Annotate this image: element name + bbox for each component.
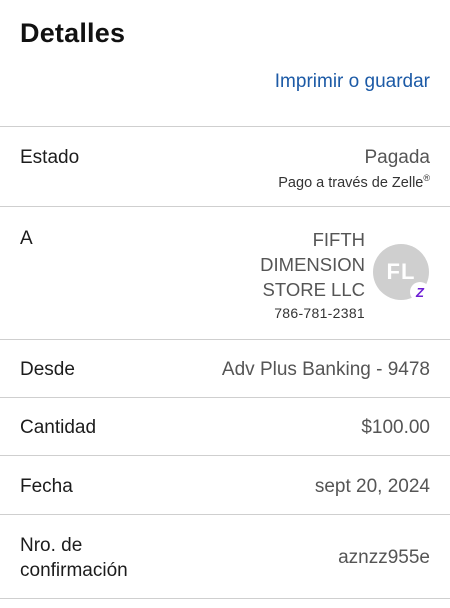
amount-label: Cantidad (20, 417, 97, 438)
recipient-label: A (20, 228, 33, 249)
divider (0, 514, 450, 515)
divider (0, 339, 450, 340)
status-value: Pagada (364, 147, 430, 168)
payment-method-text: Pago a través de Zelle® (278, 173, 430, 191)
divider (0, 455, 450, 456)
confirmation-value: aznzz955e (338, 547, 430, 568)
confirmation-label-line1: Nro. de (20, 535, 83, 556)
recipient-name: FIFTH DIMENSION STORE LLC (260, 229, 365, 300)
amount-value: $100.00 (361, 417, 430, 438)
date-value: sept 20, 2024 (314, 476, 430, 497)
divider (0, 126, 450, 127)
from-value: Adv Plus Banking - 9478 (221, 359, 430, 380)
page-title: Detalles (20, 18, 126, 48)
date-label: Fecha (20, 476, 73, 497)
avatar-initials: FL (386, 259, 416, 284)
recipient-phone: 786-781-2381 (274, 305, 365, 321)
divider (0, 598, 450, 599)
confirmation-label-line2: confirmación (20, 560, 128, 581)
payment-method-label: Pago a través de Zelle (278, 174, 424, 191)
divider (0, 397, 450, 398)
registered-mark: ® (423, 173, 430, 183)
zelle-icon: Z (410, 282, 430, 302)
divider (0, 206, 450, 207)
from-label: Desde (20, 359, 75, 380)
status-label: Estado (20, 147, 80, 168)
confirmation-label: Nro. de confirmación (20, 533, 128, 583)
zelle-icon-glyph: Z (416, 284, 424, 300)
print-or-save-link[interactable]: Imprimir o guardar (275, 71, 430, 93)
